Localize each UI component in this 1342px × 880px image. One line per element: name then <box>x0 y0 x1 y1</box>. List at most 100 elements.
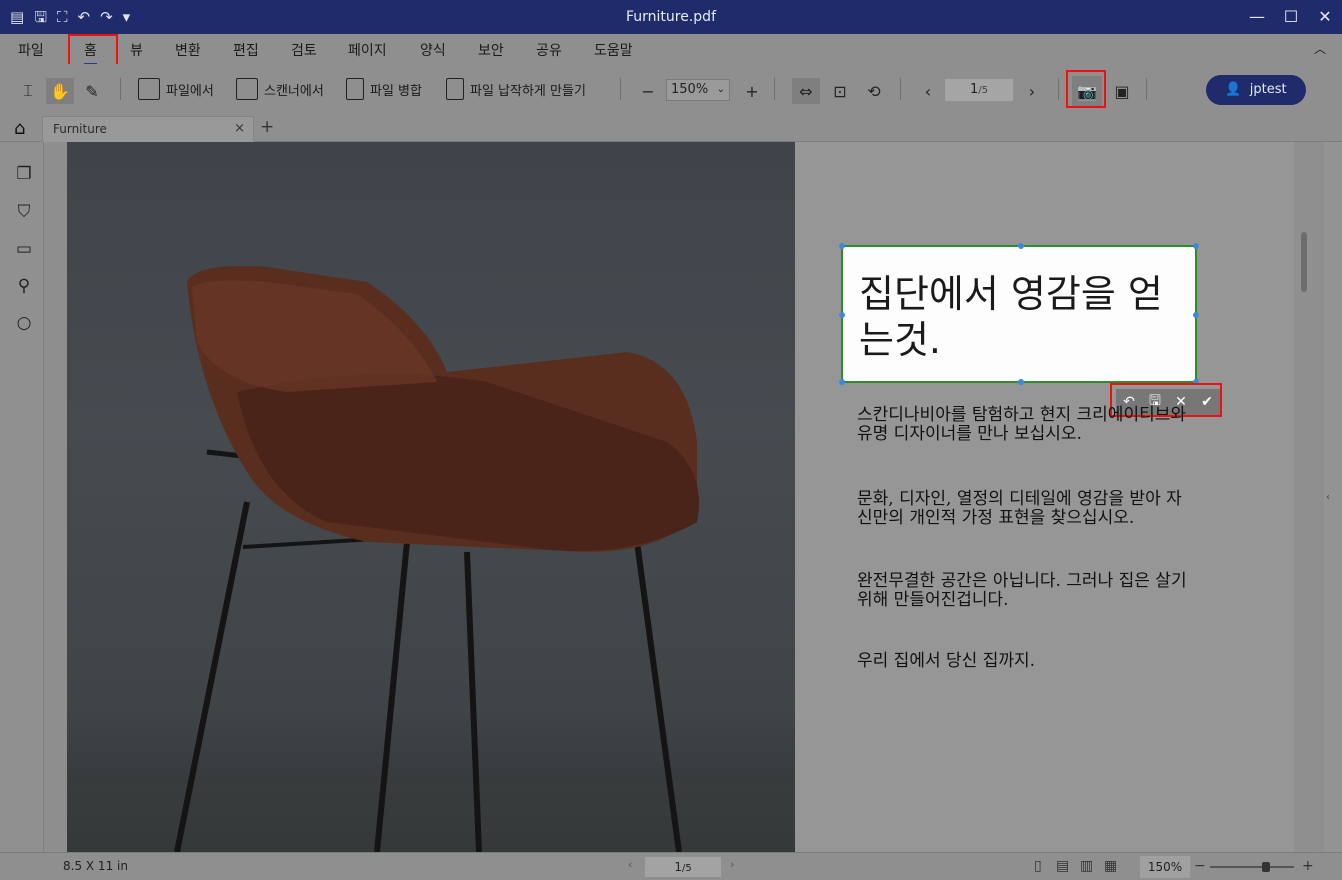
screenshot-tool-icon[interactable]: 📷 <box>1072 76 1102 106</box>
bookmark-icon[interactable]: ⛉ <box>14 202 34 222</box>
menu-review[interactable]: 검토 <box>291 40 317 60</box>
window-title: Furniture.pdf <box>625 9 716 25</box>
zoom-value: 150% <box>671 82 709 97</box>
headline-text[interactable]: 집단에서 영감을 얻는것. <box>859 271 1189 363</box>
home-icon[interactable]: ⌂ <box>14 118 25 139</box>
attachment-icon[interactable]: ⚲ <box>14 276 34 296</box>
resize-handle[interactable] <box>839 243 845 249</box>
search-panel-icon[interactable]: ○ <box>14 313 34 333</box>
from-file-button[interactable]: 파일에서 <box>138 76 214 102</box>
menu-home[interactable]: 홈 <box>84 40 97 65</box>
paragraph-4: 우리 집에서 당신 집까지. <box>857 651 1036 671</box>
zoom-out-button[interactable]: − <box>634 78 662 104</box>
flatten-file-label: 파일 납작하게 만들기 <box>470 83 586 99</box>
zoom-slider-knob[interactable] <box>1262 862 1270 872</box>
status-page-total: /5 <box>681 863 692 874</box>
paragraph-1: 스칸디나비아를 탐험하고 현지 크리에이티브와 유명 디자이너를 만나 보십시오… <box>857 405 1187 444</box>
user-name: jptest <box>1249 82 1287 97</box>
document-tabs: ⌂ Furniture × + <box>0 114 1342 142</box>
fit-page-view-icon[interactable]: ⊡ <box>826 78 854 104</box>
menu-file[interactable]: 파일 <box>18 40 44 60</box>
toolbar-divider <box>120 78 121 100</box>
zoom-slider[interactable] <box>1210 862 1294 872</box>
minimize-button[interactable]: — <box>1240 0 1274 34</box>
close-window-button[interactable]: ✕ <box>1308 0 1342 34</box>
scroll-thumb[interactable] <box>1301 232 1307 292</box>
status-page-input[interactable]: 1/5 <box>645 857 721 877</box>
document-viewer: 집단에서 영감을 얻는것. ↶ 🖫 ✕ ✔ 스칸디나비아를 탐험하고 현지 크리… <box>44 142 1324 852</box>
toolbar-divider <box>1058 78 1059 100</box>
from-scanner-button[interactable]: 스캔너에서 <box>236 76 324 102</box>
hand-tool-icon[interactable]: ✋ <box>46 78 74 104</box>
menu-convert[interactable]: 변환 <box>175 40 201 60</box>
merge-files-button[interactable]: 파일 병합 <box>346 76 422 102</box>
resize-handle[interactable] <box>1018 379 1024 385</box>
edit-tool-icon[interactable]: ✎ <box>78 78 106 104</box>
from-scanner-label: 스캔너에서 <box>264 83 324 99</box>
chair-photo <box>67 142 795 852</box>
status-next-page[interactable]: › <box>730 858 734 871</box>
resize-handle[interactable] <box>1193 379 1199 385</box>
menu-help[interactable]: 도움말 <box>594 40 633 60</box>
select-tool-icon[interactable]: ⌶ <box>14 78 42 104</box>
resize-handle[interactable] <box>1193 243 1199 249</box>
app-body: 파일 홈 뷰 변환 편집 검토 페이지 양식 보안 공유 도움말 ︿ ⌶ ✋ ✎… <box>0 34 1342 880</box>
status-zoom-out[interactable]: − <box>1194 858 1206 874</box>
resize-handle[interactable] <box>839 379 845 385</box>
thumbnails-icon[interactable]: ❐ <box>14 164 34 184</box>
user-icon: 👤 <box>1225 82 1250 97</box>
menu-security[interactable]: 보안 <box>478 40 504 60</box>
menu-bar: 파일 홈 뷰 변환 편집 검토 페이지 양식 보안 공유 도움말 ︿ <box>0 34 1342 68</box>
toolbar-divider <box>1146 78 1147 100</box>
chair-illustration <box>67 266 795 852</box>
resize-handle[interactable] <box>1193 312 1199 318</box>
title-bar: ▤ 🖫 ⛶ ↶ ↷ ▾ Furniture.pdf — ☐ ✕ <box>0 0 1342 34</box>
menu-view[interactable]: 뷰 <box>130 40 143 60</box>
menu-edit[interactable]: 편집 <box>233 40 259 60</box>
resize-handle[interactable] <box>1018 243 1024 249</box>
zoom-in-button[interactable]: + <box>738 78 766 104</box>
two-page-icon[interactable]: ▥ <box>1080 858 1093 874</box>
page-number-input[interactable]: 1/5 <box>945 79 1013 101</box>
window-controls: — ☐ ✕ <box>1240 0 1342 34</box>
paragraph-2: 문화, 디자인, 열정의 디테일에 영감을 받아 자신만의 개인적 가정 표현을… <box>857 489 1182 528</box>
vertical-scrollbar[interactable] <box>1294 142 1314 852</box>
folder-add-icon <box>138 78 160 100</box>
ocr-panel-icon[interactable]: ▣ <box>1108 78 1136 104</box>
close-tab-icon[interactable]: × <box>234 121 245 136</box>
document-icon <box>346 78 364 100</box>
single-page-icon[interactable]: ▯ <box>1034 858 1042 874</box>
toolbar-divider <box>900 78 901 100</box>
status-prev-page[interactable]: ‹ <box>628 858 632 871</box>
from-file-label: 파일에서 <box>166 83 214 99</box>
continuous-page-icon[interactable]: ▤ <box>1056 858 1069 874</box>
fit-width-icon[interactable]: ⇔ <box>792 78 820 104</box>
scanner-icon <box>236 78 258 100</box>
user-account-button[interactable]: 👤 jptest <box>1206 75 1306 105</box>
collapse-right-icon[interactable]: ‹ <box>1326 492 1330 503</box>
confirm-edit-icon[interactable]: ✔ <box>1201 394 1213 410</box>
grid-view-icon[interactable]: ▦ <box>1104 858 1117 874</box>
comment-icon[interactable]: ▭ <box>14 239 34 259</box>
status-zoom[interactable]: 150% <box>1140 856 1190 878</box>
maximize-button[interactable]: ☐ <box>1274 0 1308 34</box>
menu-form[interactable]: 양식 <box>420 40 446 60</box>
status-page-current: 1 <box>674 860 682 874</box>
ribbon-toolbar: ⌶ ✋ ✎ 파일에서 스캔너에서 파일 병합 파일 납작하게 만들기 − 150… <box>0 64 1342 114</box>
tab-label: Furniture <box>53 122 107 136</box>
rotate-view-icon[interactable]: ⟲ <box>860 78 888 104</box>
prev-page-button[interactable]: ‹ <box>914 78 942 104</box>
flatten-file-button[interactable]: 파일 납작하게 만들기 <box>446 76 586 102</box>
add-tab-button[interactable]: + <box>260 117 274 137</box>
menu-page[interactable]: 페이지 <box>348 40 387 60</box>
left-sidebar: ❐ ⛉ ▭ ⚲ ○ <box>0 142 44 852</box>
collapse-ribbon-icon[interactable]: ︿ <box>1314 40 1326 57</box>
next-page-button[interactable]: › <box>1018 78 1046 104</box>
status-zoom-in[interactable]: + <box>1302 858 1314 874</box>
tab-furniture[interactable]: Furniture × <box>42 116 254 142</box>
toolbar-divider <box>774 78 775 100</box>
headline-text-box[interactable]: 집단에서 영감을 얻는것. <box>839 243 1199 385</box>
menu-share[interactable]: 공유 <box>536 40 562 60</box>
resize-handle[interactable] <box>839 312 845 318</box>
zoom-select[interactable]: 150% ⌄ <box>666 79 730 101</box>
